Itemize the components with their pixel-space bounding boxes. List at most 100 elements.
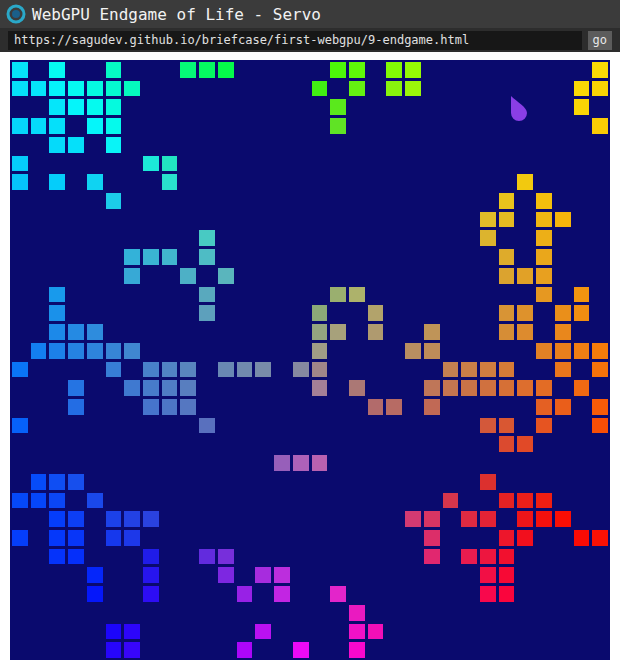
empty-cell — [293, 549, 309, 565]
empty-cell — [574, 362, 590, 378]
live-cell — [218, 268, 234, 284]
empty-cell — [218, 99, 234, 115]
live-cell — [293, 455, 309, 471]
empty-cell — [68, 212, 84, 228]
empty-cell — [49, 268, 65, 284]
empty-cell — [237, 193, 253, 209]
empty-cell — [293, 380, 309, 396]
live-cell — [106, 362, 122, 378]
empty-cell — [443, 193, 459, 209]
empty-cell — [124, 174, 140, 190]
empty-cell — [443, 399, 459, 415]
empty-cell — [255, 118, 271, 134]
live-cell — [12, 362, 28, 378]
empty-cell — [368, 586, 384, 602]
empty-cell — [499, 174, 515, 190]
empty-cell — [12, 474, 28, 490]
live-cell — [499, 193, 515, 209]
live-cell — [368, 399, 384, 415]
empty-cell — [218, 212, 234, 228]
empty-cell — [12, 624, 28, 640]
live-cell — [574, 287, 590, 303]
empty-cell — [12, 99, 28, 115]
empty-cell — [31, 455, 47, 471]
empty-cell — [274, 511, 290, 527]
empty-cell — [386, 436, 402, 452]
empty-cell — [405, 212, 421, 228]
live-cell — [49, 324, 65, 340]
empty-cell — [368, 511, 384, 527]
empty-cell — [255, 212, 271, 228]
empty-cell — [31, 624, 47, 640]
empty-cell — [574, 118, 590, 134]
live-cell — [499, 418, 515, 434]
empty-cell — [555, 493, 571, 509]
go-button[interactable]: go — [588, 31, 612, 50]
empty-cell — [517, 137, 533, 153]
empty-cell — [293, 474, 309, 490]
live-cell — [31, 493, 47, 509]
empty-cell — [68, 436, 84, 452]
empty-cell — [180, 305, 196, 321]
live-cell — [424, 530, 440, 546]
live-cell — [124, 249, 140, 265]
empty-cell — [218, 380, 234, 396]
empty-cell — [12, 567, 28, 583]
empty-cell — [106, 156, 122, 172]
empty-cell — [180, 118, 196, 134]
empty-cell — [499, 474, 515, 490]
live-cell — [368, 305, 384, 321]
empty-cell — [124, 156, 140, 172]
empty-cell — [31, 605, 47, 621]
empty-cell — [87, 137, 103, 153]
live-cell — [536, 249, 552, 265]
empty-cell — [386, 549, 402, 565]
url-field[interactable]: https://sagudev.github.io/briefcase/firs… — [8, 31, 582, 50]
live-cell — [330, 586, 346, 602]
live-cell — [12, 156, 28, 172]
empty-cell — [237, 118, 253, 134]
empty-cell — [592, 193, 608, 209]
empty-cell — [143, 530, 159, 546]
live-cell — [68, 474, 84, 490]
empty-cell — [293, 586, 309, 602]
empty-cell — [255, 418, 271, 434]
empty-cell — [330, 474, 346, 490]
empty-cell — [87, 605, 103, 621]
live-cell — [49, 474, 65, 490]
empty-cell — [461, 268, 477, 284]
empty-cell — [218, 455, 234, 471]
empty-cell — [405, 137, 421, 153]
empty-cell — [87, 62, 103, 78]
empty-cell — [87, 212, 103, 228]
empty-cell — [312, 193, 328, 209]
life-canvas[interactable] — [10, 60, 610, 660]
live-cell — [443, 380, 459, 396]
empty-cell — [180, 137, 196, 153]
live-cell — [162, 380, 178, 396]
empty-cell — [31, 642, 47, 658]
empty-cell — [555, 436, 571, 452]
empty-cell — [255, 455, 271, 471]
empty-cell — [106, 174, 122, 190]
empty-cell — [162, 212, 178, 228]
empty-cell — [555, 81, 571, 97]
empty-cell — [405, 118, 421, 134]
empty-cell — [443, 174, 459, 190]
live-cell — [480, 511, 496, 527]
empty-cell — [574, 212, 590, 228]
empty-cell — [405, 474, 421, 490]
empty-cell — [368, 212, 384, 228]
live-cell — [312, 343, 328, 359]
empty-cell — [424, 474, 440, 490]
empty-cell — [368, 287, 384, 303]
empty-cell — [199, 268, 215, 284]
empty-cell — [592, 549, 608, 565]
live-cell — [574, 343, 590, 359]
empty-cell — [368, 530, 384, 546]
live-cell — [31, 474, 47, 490]
empty-cell — [517, 586, 533, 602]
empty-cell — [405, 305, 421, 321]
empty-cell — [480, 455, 496, 471]
empty-cell — [180, 81, 196, 97]
